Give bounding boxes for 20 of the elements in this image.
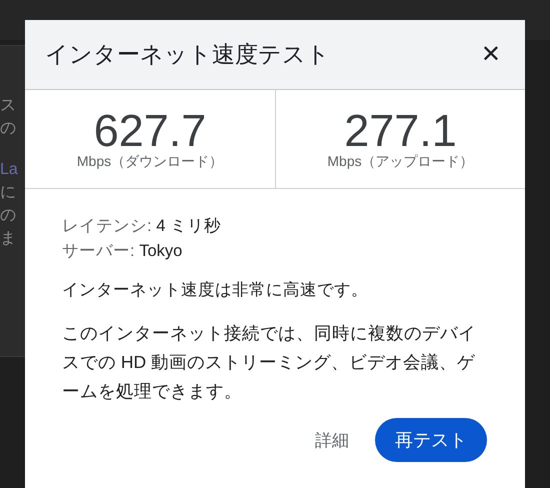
detail-value: Tokyo xyxy=(139,242,182,260)
detail-label: レイテンシ: xyxy=(62,217,152,235)
background-text: ス xyxy=(0,96,17,116)
background-text: ま xyxy=(0,229,17,249)
background-text: La xyxy=(0,160,19,180)
background-text: に xyxy=(0,183,17,203)
close-button[interactable]: ✕ xyxy=(476,40,505,69)
background-text: の xyxy=(0,206,17,226)
dialog-title: インターネット速度テスト xyxy=(45,40,330,69)
detail-value: 4 ミリ秒 xyxy=(156,217,221,235)
background-text: の xyxy=(0,119,17,139)
speed-value: 277.1 xyxy=(344,109,457,153)
retest-button[interactable]: 再テスト xyxy=(375,418,487,462)
speed-unit: Mbps（アップロード） xyxy=(327,153,474,171)
detail-label: サーバー: xyxy=(62,242,135,260)
summary-text: インターネット速度は非常に高速です。 xyxy=(62,280,369,301)
description-text: このインターネット接続では、同時に複数のデバイスでの HD 動画のストリーミング、ビデオ会議、ゲームを処理できます。 xyxy=(62,322,477,403)
details-button[interactable]: 詳細 xyxy=(313,420,351,460)
speed-value: 627.7 xyxy=(94,109,206,153)
speed-unit: Mbps（ダウンロード） xyxy=(76,153,224,171)
